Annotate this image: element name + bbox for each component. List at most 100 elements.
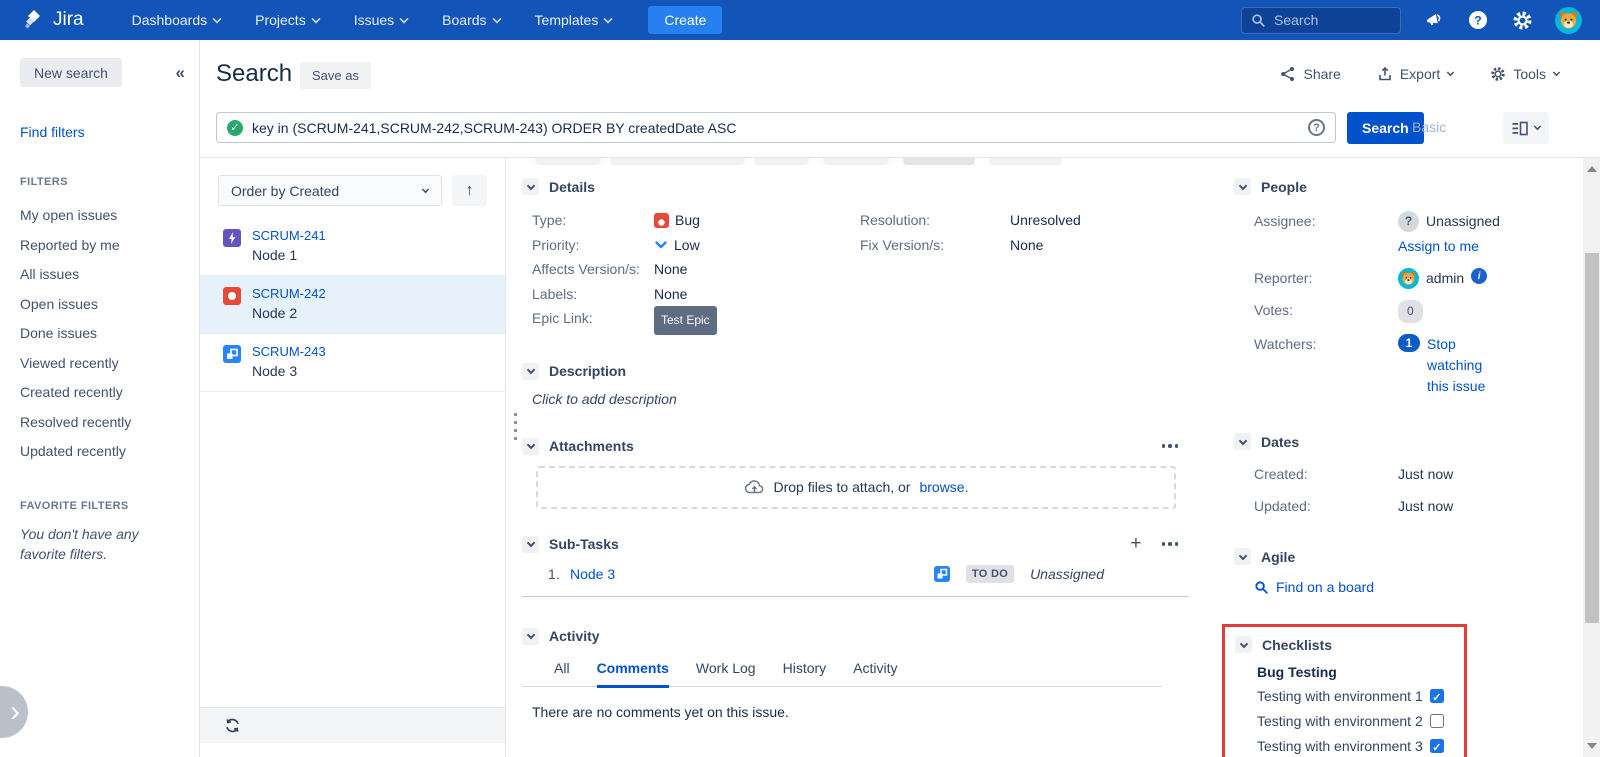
refresh-icon[interactable] <box>224 717 241 734</box>
assign-to-me-link[interactable]: Assign to me <box>1398 236 1479 257</box>
collapse-details-icon[interactable] <box>522 178 539 195</box>
votes-badge[interactable]: 0 <box>1398 300 1423 323</box>
sidebar-item-open-issues[interactable]: Open issues <box>20 290 199 320</box>
scrollbar-thumb[interactable] <box>1585 253 1599 623</box>
sidebar-item-my-open-issues[interactable]: My open issues <box>20 201 199 231</box>
issue-row-scrum-241[interactable]: SCRUM-241 Node 1 <box>200 218 505 276</box>
find-filters-link[interactable]: Find filters <box>20 124 199 140</box>
nav-menu: Dashboards Projects Issues Boards Templa… <box>132 12 613 28</box>
export-button[interactable]: Export <box>1377 66 1454 82</box>
scroll-down-arrow[interactable] <box>1587 743 1597 749</box>
resolution-value: Unresolved <box>1010 208 1081 233</box>
watchers-count-badge[interactable]: 1 <box>1398 334 1420 352</box>
tab-work-log[interactable]: Work Log <box>696 660 756 687</box>
jira-logo[interactable]: Jira <box>22 8 84 32</box>
people-title[interactable]: People <box>1261 179 1307 195</box>
nav-issues[interactable]: Issues <box>354 12 408 28</box>
save-as-button[interactable]: Save as <box>300 62 371 89</box>
checklist-checkbox-1[interactable] <box>1430 689 1444 703</box>
chevron-down-icon <box>1447 69 1454 76</box>
collapse-people-icon[interactable] <box>1234 178 1251 195</box>
description-placeholder[interactable]: Click to add description <box>522 391 1188 407</box>
find-on-board-link[interactable]: Find on a board <box>1254 577 1374 598</box>
issue-meta-column: People Assignee: ? Unassigned Assign to … <box>1234 178 1494 757</box>
collapse-description-icon[interactable] <box>522 363 539 380</box>
sidebar-item-created-recently[interactable]: Created recently <box>20 378 199 408</box>
collapse-subtasks-icon[interactable] <box>522 536 539 553</box>
toolbar-button-stub[interactable] <box>823 158 889 165</box>
settings-gear-icon[interactable] <box>1511 9 1533 31</box>
issue-row-scrum-242-selected[interactable]: SCRUM-242 Node 2 <box>200 276 505 334</box>
order-by-select[interactable]: Order by Created <box>218 175 442 206</box>
details-title[interactable]: Details <box>549 179 595 195</box>
dates-title[interactable]: Dates <box>1261 434 1299 450</box>
share-button[interactable]: Share <box>1280 66 1340 82</box>
reporter-info-icon[interactable]: i <box>1471 268 1487 284</box>
tab-history[interactable]: History <box>783 660 827 687</box>
subtask-status-lozenge[interactable]: TO DO <box>966 565 1014 583</box>
issue-row-scrum-243[interactable]: SCRUM-243 Node 3 <box>200 334 505 392</box>
tab-comments[interactable]: Comments <box>597 660 669 688</box>
toolbar-button-stub[interactable] <box>754 158 809 165</box>
activity-title[interactable]: Activity <box>549 628 600 644</box>
toolbar-button-stub[interactable] <box>535 158 601 165</box>
collapse-dates-icon[interactable] <box>1234 433 1251 450</box>
people-section: People Assignee: ? Unassigned Assign to … <box>1234 178 1494 397</box>
tab-activity[interactable]: Activity <box>853 660 897 687</box>
create-button[interactable]: Create <box>648 6 722 34</box>
add-subtask-icon[interactable]: + <box>1130 537 1141 551</box>
nav-templates[interactable]: Templates <box>535 12 613 28</box>
nav-dashboards[interactable]: Dashboards <box>132 12 222 28</box>
basic-mode-link[interactable]: Basic <box>1412 119 1446 135</box>
checklists-title[interactable]: Checklists <box>1262 637 1332 653</box>
nav-projects[interactable]: Projects <box>255 12 320 28</box>
announcements-icon[interactable] <box>1423 9 1445 31</box>
user-avatar[interactable] <box>1555 7 1582 34</box>
issue-summary: Node 3 <box>252 363 326 379</box>
toolbar-button-stub[interactable] <box>989 158 1062 165</box>
updated-value: Just now <box>1398 496 1453 517</box>
attachments-title[interactable]: Attachments <box>549 438 634 454</box>
subtasks-more-icon[interactable] <box>1160 538 1181 550</box>
reporter-value[interactable]: admin <box>1426 268 1464 289</box>
quick-search[interactable] <box>1241 7 1401 34</box>
toolbar-button-stub[interactable] <box>610 158 745 165</box>
help-icon[interactable]: ? <box>1467 9 1489 31</box>
quick-search-input[interactable] <box>1274 12 1384 28</box>
collapse-agile-icon[interactable] <box>1234 548 1251 565</box>
sidebar-item-resolved-recently[interactable]: Resolved recently <box>20 408 199 438</box>
browse-link[interactable]: browse. <box>919 479 968 495</box>
collapse-attachments-icon[interactable] <box>522 438 539 455</box>
collapse-sidebar-icon[interactable]: « <box>176 63 183 83</box>
sort-direction-button[interactable]: ↑ <box>452 175 487 206</box>
tab-all[interactable]: All <box>554 660 570 687</box>
sidebar-item-reported-by-me[interactable]: Reported by me <box>20 231 199 261</box>
epic-link-badge[interactable]: Test Epic <box>654 306 717 335</box>
subtask-link[interactable]: Node 3 <box>570 566 615 582</box>
checklist-checkbox-2[interactable] <box>1430 714 1444 728</box>
subtasks-title[interactable]: Sub-Tasks <box>549 536 619 552</box>
stop-watching-link[interactable]: Stop watching this issue <box>1427 334 1494 397</box>
layout-switcher-button[interactable] <box>1503 112 1549 144</box>
sidebar-item-viewed-recently[interactable]: Viewed recently <box>20 349 199 379</box>
jql-input[interactable] <box>252 120 1299 136</box>
jql-help-icon[interactable]: ? <box>1308 119 1325 136</box>
sidebar-item-updated-recently[interactable]: Updated recently <box>20 437 199 467</box>
sidebar-item-done-issues[interactable]: Done issues <box>20 319 199 349</box>
toolbar-button-stub[interactable] <box>903 158 975 165</box>
nav-boards[interactable]: Boards <box>442 12 500 28</box>
subtask-row[interactable]: 1. Node 3 TO DO Unassigned <box>522 565 1188 597</box>
vertical-scrollbar[interactable] <box>1583 158 1600 757</box>
scroll-up-arrow[interactable] <box>1587 166 1597 172</box>
description-title[interactable]: Description <box>549 363 626 379</box>
attachments-more-icon[interactable] <box>1160 440 1181 452</box>
agile-title[interactable]: Agile <box>1261 549 1295 565</box>
attachment-dropzone[interactable]: Drop files to attach, or browse. <box>536 466 1176 509</box>
collapse-checklists-icon[interactable] <box>1235 636 1252 653</box>
new-search-button[interactable]: New search <box>20 58 122 87</box>
collapse-activity-icon[interactable] <box>522 628 539 645</box>
tools-button[interactable]: Tools <box>1490 66 1560 82</box>
panel-resize-handle[interactable] <box>514 413 517 440</box>
checklist-checkbox-3[interactable] <box>1430 739 1444 753</box>
sidebar-item-all-issues[interactable]: All issues <box>20 260 199 290</box>
